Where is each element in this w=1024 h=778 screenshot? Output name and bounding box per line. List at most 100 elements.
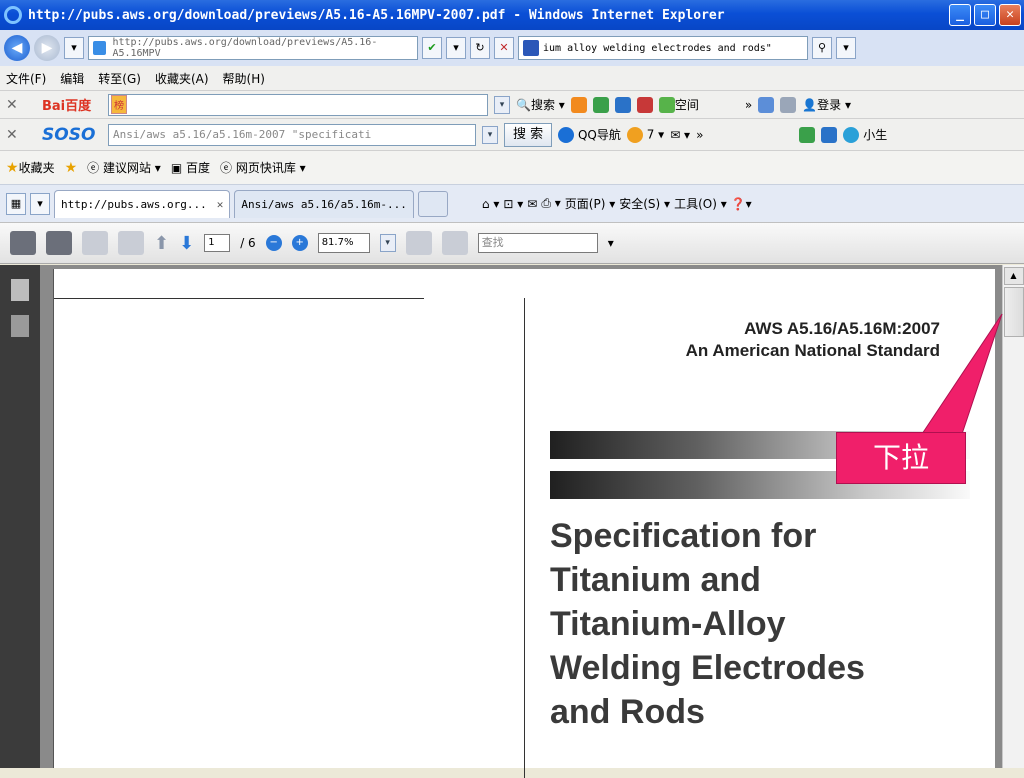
title-line: Titanium-Alloy — [550, 605, 786, 643]
page-menu-icon[interactable] — [758, 96, 775, 113]
settings-icon[interactable] — [780, 96, 797, 113]
fit-page-icon[interactable] — [441, 231, 468, 255]
menu-favorites[interactable]: 收藏夹(A) — [155, 70, 209, 87]
news-icon[interactable] — [614, 96, 631, 113]
maximize-button[interactable]: □ — [974, 4, 996, 26]
next-page-icon[interactable]: ⬇ — [179, 233, 194, 254]
save-icon[interactable] — [46, 231, 72, 255]
scroll-thumb[interactable] — [1003, 287, 1024, 337]
find-dropdown[interactable]: ▾ — [608, 236, 614, 250]
back-arrow-icon[interactable]: ◀ — [4, 35, 30, 61]
menu-file[interactable]: 文件(F) — [6, 70, 46, 87]
menu-help[interactable]: 帮助(H) — [223, 70, 265, 87]
page-menu[interactable]: 页面(P) ▾ — [565, 195, 615, 212]
find-input[interactable]: 查找 — [477, 233, 598, 253]
login-button[interactable]: 👤登录 ▾ — [802, 96, 851, 113]
attachments-icon[interactable] — [11, 315, 29, 337]
video-icon[interactable] — [636, 96, 653, 113]
address-toolbar: ◀ ▶ ▾ http://pubs.aws.org/download/previ… — [0, 30, 1024, 66]
tab-close-icon[interactable]: ✕ — [217, 198, 224, 211]
pages-panel-icon[interactable] — [11, 279, 29, 301]
favorites-button[interactable]: ★收藏夹 — [6, 159, 55, 176]
home-icon[interactable]: ⌂ ▾ — [482, 197, 499, 211]
share-icon[interactable] — [82, 231, 108, 255]
mail-icon[interactable]: ✉ — [527, 197, 537, 211]
user-button[interactable]: 小生 — [843, 126, 887, 144]
close-toolbar-icon[interactable]: ✕ — [6, 97, 36, 113]
baidu-tag: 榜 — [111, 95, 127, 114]
help-icon[interactable]: ❓▾ — [731, 197, 752, 211]
soso-dropdown[interactable]: ▾ — [482, 125, 498, 144]
page-number-input[interactable]: 1 — [204, 234, 231, 252]
menu-edit[interactable]: 编辑 — [60, 70, 84, 87]
zoom-in-icon[interactable]: + — [291, 235, 308, 251]
stop-icon[interactable]: ✕ — [494, 37, 514, 59]
star-icon: ★ — [6, 160, 19, 176]
apps-icon[interactable] — [799, 126, 816, 143]
fit-width-icon[interactable] — [405, 231, 432, 255]
fav-item-webslice[interactable]: ⓔ 网页快讯库 ▾ — [220, 159, 306, 176]
weather-button[interactable]: 7 ▾ — [626, 126, 664, 143]
refresh-icon[interactable]: ↻ — [470, 37, 490, 59]
fav-item-suggested[interactable]: ⓔ 建议网站 ▾ — [87, 159, 161, 176]
scroll-up-arrow-icon[interactable]: ▲ — [1003, 267, 1024, 285]
mail-button[interactable]: ✉ ▾ — [670, 128, 690, 142]
tabs-row: ▦ ▾ http://pubs.aws.org... ✕ Ansi/aws a5… — [0, 184, 1024, 222]
baidu-toolbar: ✕ Bai百度 榜 ▾ 🔍搜索 ▾ 空间 » 👤登录 ▾ — [0, 90, 1024, 118]
previous-page-icon[interactable]: ⬆ — [154, 233, 169, 254]
search-input[interactable]: ium alloy welding electrodes and rods" — [518, 36, 808, 60]
forward-arrow-icon[interactable]: ▶ — [34, 35, 60, 61]
tab-list-dropdown[interactable]: ▾ — [30, 192, 50, 215]
minimize-button[interactable]: _ — [949, 4, 971, 26]
chat-icon[interactable] — [592, 96, 609, 113]
zoom-dropdown[interactable]: ▾ — [379, 234, 396, 252]
baidu-search-input[interactable]: 榜 — [108, 93, 488, 116]
soso-search-input[interactable]: Ansi/aws a5.16/a5.16m-2007 "specificati — [108, 123, 476, 146]
ie-logo-icon — [4, 6, 22, 24]
soso-more-button[interactable]: » — [696, 128, 703, 142]
document-area: AWS A5.16/A5.16M:2007 An American Nation… — [40, 265, 1002, 778]
search-options-dropdown[interactable]: ▾ — [836, 37, 856, 59]
feeds-icon[interactable]: ⊡ ▾ — [503, 197, 523, 211]
add-favorite-icon[interactable]: ★ — [65, 160, 78, 176]
menu-goto[interactable]: 转至(G) — [98, 70, 141, 87]
vertical-scrollbar[interactable]: ▲ — [1002, 265, 1024, 768]
window-title: http://pubs.aws.org/download/previews/A5… — [28, 7, 725, 23]
baidu-paw-icon — [523, 40, 539, 56]
more-button[interactable]: » — [745, 98, 752, 112]
tab-soso-label: Ansi/aws a5.16/a5.16m-... — [241, 197, 407, 211]
document-title: Specification for Titanium and Titanium-… — [550, 514, 865, 734]
tools-menu[interactable]: 工具(O) ▾ — [674, 195, 727, 212]
space-button[interactable]: 空间 — [658, 96, 699, 114]
tab-pdf[interactable]: http://pubs.aws.org... ✕ — [54, 189, 231, 218]
zoom-input[interactable]: 81.7% — [317, 233, 370, 253]
zoom-out-icon[interactable]: − — [265, 235, 282, 251]
baidu-logo: Bai百度 — [42, 99, 92, 114]
hand-tool-icon[interactable] — [118, 231, 144, 255]
close-button[interactable]: ✕ — [999, 4, 1021, 26]
print-pdf-icon[interactable] — [10, 231, 36, 255]
history-dropdown[interactable]: ▾ — [64, 37, 84, 59]
soso-query: Ansi/aws a5.16/a5.16m-2007 "specificati — [113, 128, 372, 141]
qq-nav-button[interactable]: QQ导航 — [558, 126, 621, 144]
close-soso-icon[interactable]: ✕ — [6, 127, 36, 143]
fav-item-baidu[interactable]: ▣ 百度 — [171, 159, 210, 176]
quick-tabs-icon[interactable]: ▦ — [6, 192, 26, 215]
tab-soso[interactable]: Ansi/aws a5.16/a5.16m-... — [234, 189, 414, 218]
new-tab-button[interactable] — [417, 190, 448, 217]
safety-menu[interactable]: 安全(S) ▾ — [619, 195, 670, 212]
chrome-icon[interactable] — [570, 96, 587, 113]
address-dropdown[interactable]: ▾ — [446, 37, 466, 59]
feather-icon[interactable] — [821, 126, 838, 143]
baidu-search-button[interactable]: 🔍搜索 ▾ — [516, 96, 565, 113]
address-input[interactable]: http://pubs.aws.org/download/previews/A5… — [88, 36, 418, 60]
search-icon[interactable]: ⚲ — [812, 37, 832, 59]
pdf-page: AWS A5.16/A5.16M:2007 An American Nation… — [53, 269, 995, 778]
pdf-nav-pane — [0, 265, 40, 768]
callout-label: 下拉 — [836, 432, 966, 484]
baidu-dropdown[interactable]: ▾ — [494, 95, 510, 114]
soso-search-button[interactable]: 搜 索 — [504, 122, 553, 147]
print-icon[interactable]: ⎙ ▾ — [541, 196, 560, 211]
verify-icon[interactable]: ✔ — [422, 37, 442, 59]
vertical-rule — [524, 298, 525, 778]
